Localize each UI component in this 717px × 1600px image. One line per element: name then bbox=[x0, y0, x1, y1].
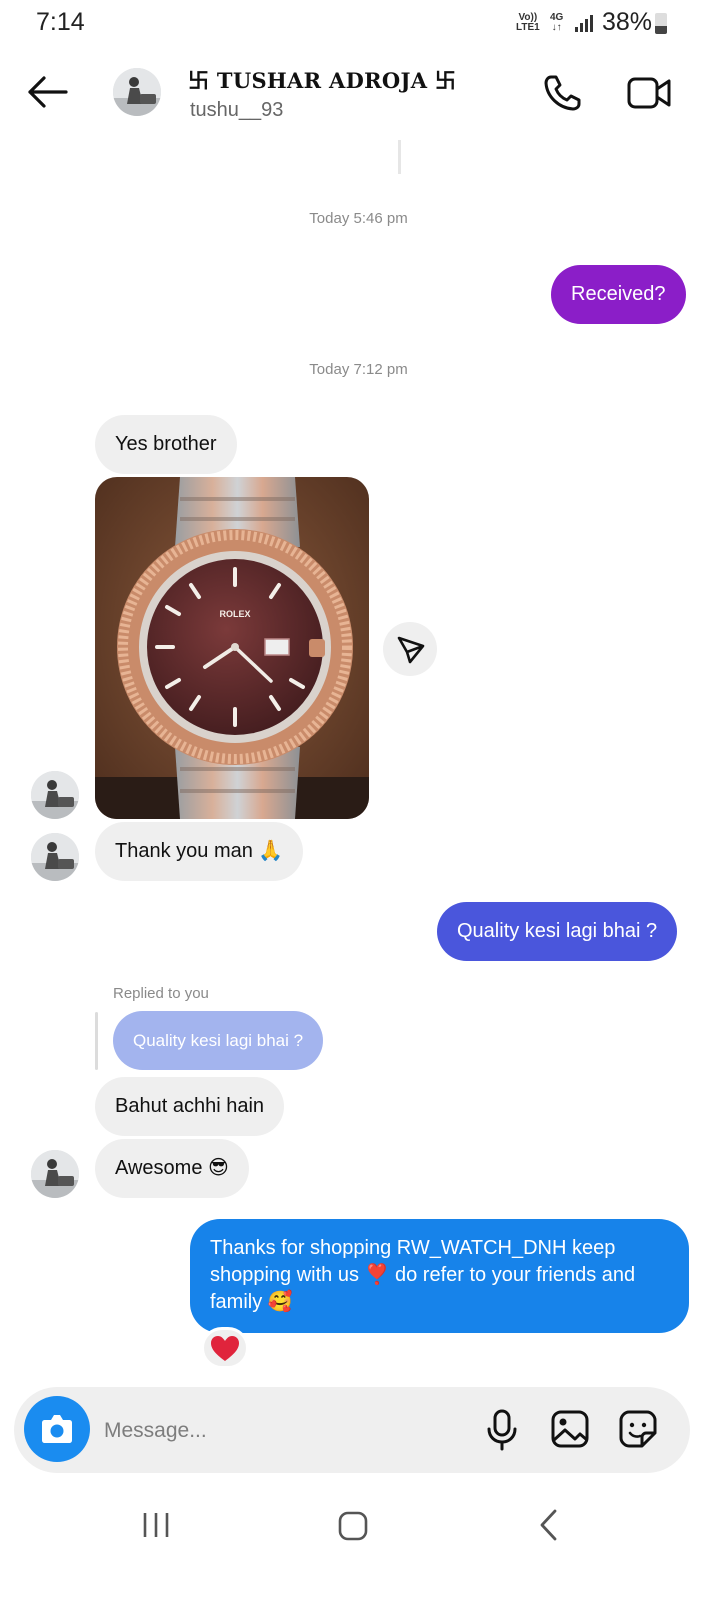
video-camera-icon[interactable] bbox=[626, 73, 672, 113]
contact-avatar[interactable] bbox=[113, 68, 161, 116]
sender-avatar[interactable] bbox=[31, 1150, 79, 1198]
heart-icon bbox=[211, 1336, 239, 1361]
replied-label: Replied to you bbox=[113, 985, 209, 1002]
recents-icon[interactable] bbox=[140, 1510, 172, 1540]
camera-button[interactable] bbox=[24, 1396, 90, 1462]
paper-plane-icon bbox=[397, 636, 425, 664]
watch-photo: ROLEX bbox=[95, 477, 369, 819]
avatar-photo bbox=[31, 833, 79, 881]
microphone-icon[interactable] bbox=[484, 1409, 520, 1451]
battery-icon bbox=[655, 13, 667, 34]
camera-icon bbox=[42, 1415, 72, 1443]
avatar-photo bbox=[31, 771, 79, 819]
avatar-photo bbox=[31, 1150, 79, 1198]
gallery-icon[interactable] bbox=[550, 1409, 590, 1449]
message-incoming[interactable]: Bahut achhi hain bbox=[95, 1077, 285, 1136]
message-outgoing[interactable]: Received? bbox=[551, 265, 686, 324]
status-time: 7:14 bbox=[36, 8, 85, 36]
battery-percent: 38% bbox=[602, 8, 653, 36]
timestamp: Today 5:46 pm bbox=[309, 210, 408, 227]
nav-back-icon[interactable] bbox=[537, 1508, 559, 1542]
lte-label: LTE1 bbox=[516, 22, 540, 33]
message-incoming[interactable]: Awesome 😎 bbox=[95, 1139, 249, 1198]
message-outgoing[interactable]: Thanks for shopping RW_WATCH_DNH keep sh… bbox=[190, 1219, 689, 1333]
back-arrow-icon[interactable] bbox=[26, 75, 68, 109]
watch-brand-text: ROLEX bbox=[219, 609, 250, 619]
message-line: shopping with us ❣️ do refer to your fri… bbox=[210, 1264, 636, 1286]
heart-reaction[interactable] bbox=[201, 1327, 249, 1369]
reply-quote[interactable]: Quality kesi lagi bhai ? bbox=[113, 1011, 324, 1070]
message-outgoing[interactable]: Quality kesi lagi bhai ? bbox=[437, 902, 678, 961]
data-type-indicator: 4G ↓↑ bbox=[550, 13, 563, 33]
timestamp: Today 7:12 pm bbox=[309, 361, 408, 378]
contact-username[interactable]: tushu__93 bbox=[190, 99, 283, 122]
signal-icon bbox=[575, 15, 593, 32]
data-arrows-icon: ↓↑ bbox=[551, 22, 562, 33]
sender-avatar[interactable] bbox=[31, 771, 79, 819]
message-line: family 🥰 bbox=[210, 1291, 293, 1313]
home-icon[interactable] bbox=[337, 1510, 369, 1542]
contact-name[interactable]: 卐 TUSHAR ADROJA 卐 bbox=[188, 65, 456, 95]
reply-indicator-bar bbox=[95, 1012, 98, 1070]
status-bar: 7:14 Vo)) LTE1 4G ↓↑ 38% bbox=[0, 0, 717, 48]
photo-message[interactable]: ROLEX bbox=[95, 477, 369, 819]
avatar-photo bbox=[113, 68, 161, 116]
chat-header: 卐 TUSHAR ADROJA 卐 tushu__93 bbox=[0, 55, 717, 135]
message-incoming[interactable]: Thank you man 🙏 bbox=[95, 822, 304, 881]
message-line: Thanks for shopping RW_WATCH_DNH keep bbox=[210, 1237, 616, 1259]
share-button[interactable] bbox=[383, 622, 437, 676]
system-navigation-bar bbox=[0, 1480, 717, 1600]
sticker-icon[interactable] bbox=[618, 1409, 658, 1449]
sender-avatar[interactable] bbox=[31, 833, 79, 881]
phone-icon[interactable] bbox=[542, 73, 584, 113]
network-indicator: Vo)) LTE1 bbox=[516, 13, 540, 33]
message-composer bbox=[14, 1387, 690, 1473]
thread-divider bbox=[398, 140, 401, 174]
message-incoming[interactable]: Yes brother bbox=[95, 415, 237, 474]
message-input[interactable] bbox=[104, 1415, 464, 1447]
